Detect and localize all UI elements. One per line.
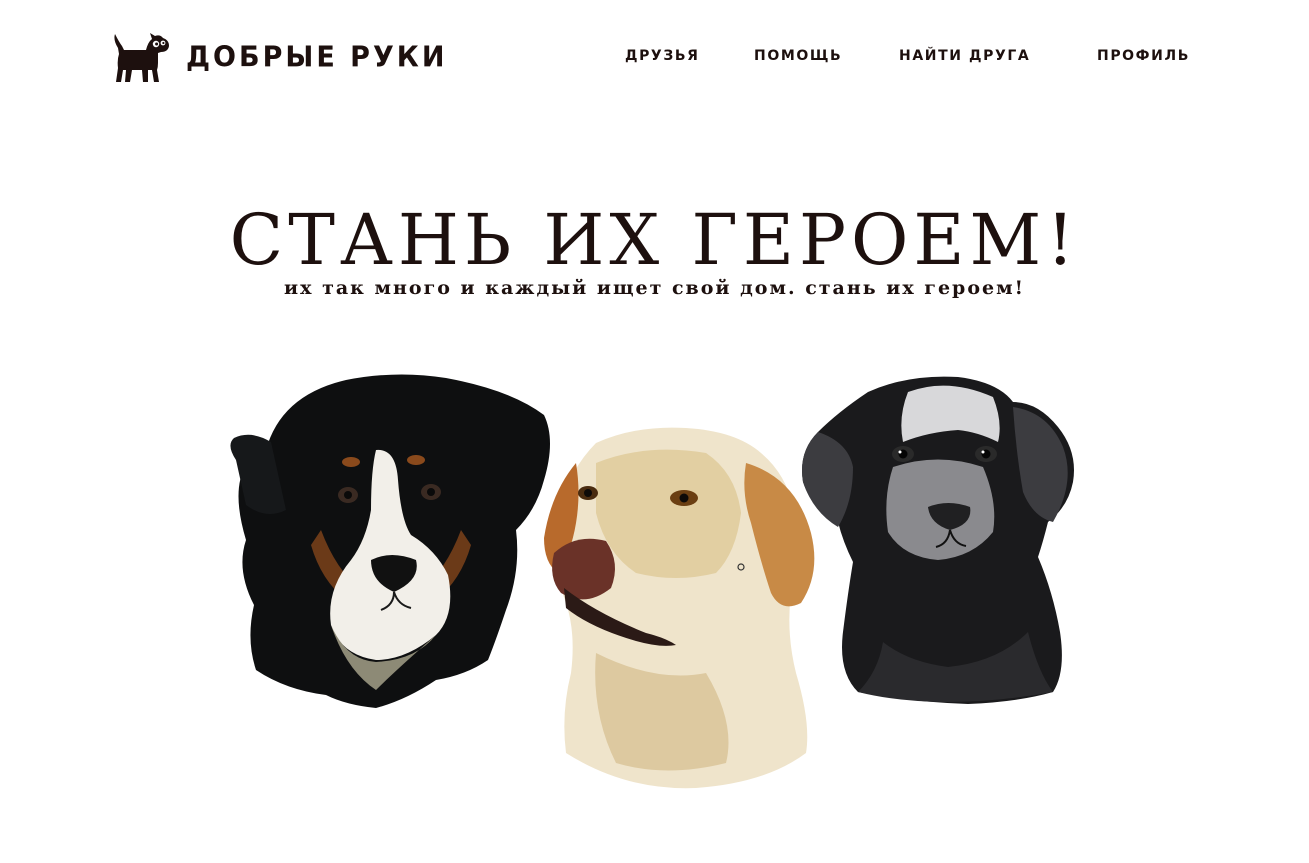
hero-subtitle: их так много и каждый ищет свой дом. ста… <box>284 277 1025 299</box>
site-header: ДОБРЫЕ РУКИ ДРУЗЬЯ ПОМОЩЬ НАЙТИ ДРУГА ПР… <box>0 0 1309 115</box>
nav-link-help[interactable]: ПОМОЩЬ <box>754 48 842 64</box>
nav-link-friends[interactable]: ДРУЗЬЯ <box>625 48 700 64</box>
hero-title: СТАНЬ ИХ ГЕРОЕМ! <box>229 199 1080 281</box>
dog-gallery <box>0 0 1309 863</box>
black-labrador-puppy-image[interactable] <box>798 372 1083 704</box>
bernese-mountain-dog-image[interactable] <box>226 370 556 715</box>
nav-link-find-friend[interactable]: НАЙТИ ДРУГА <box>899 48 1030 64</box>
nav-link-profile[interactable]: ПРОФИЛЬ <box>1097 48 1190 64</box>
yellow-labrador-image[interactable] <box>536 423 826 793</box>
main-nav: ДРУЗЬЯ ПОМОЩЬ НАЙТИ ДРУГА ПРОФИЛЬ <box>0 48 1309 68</box>
